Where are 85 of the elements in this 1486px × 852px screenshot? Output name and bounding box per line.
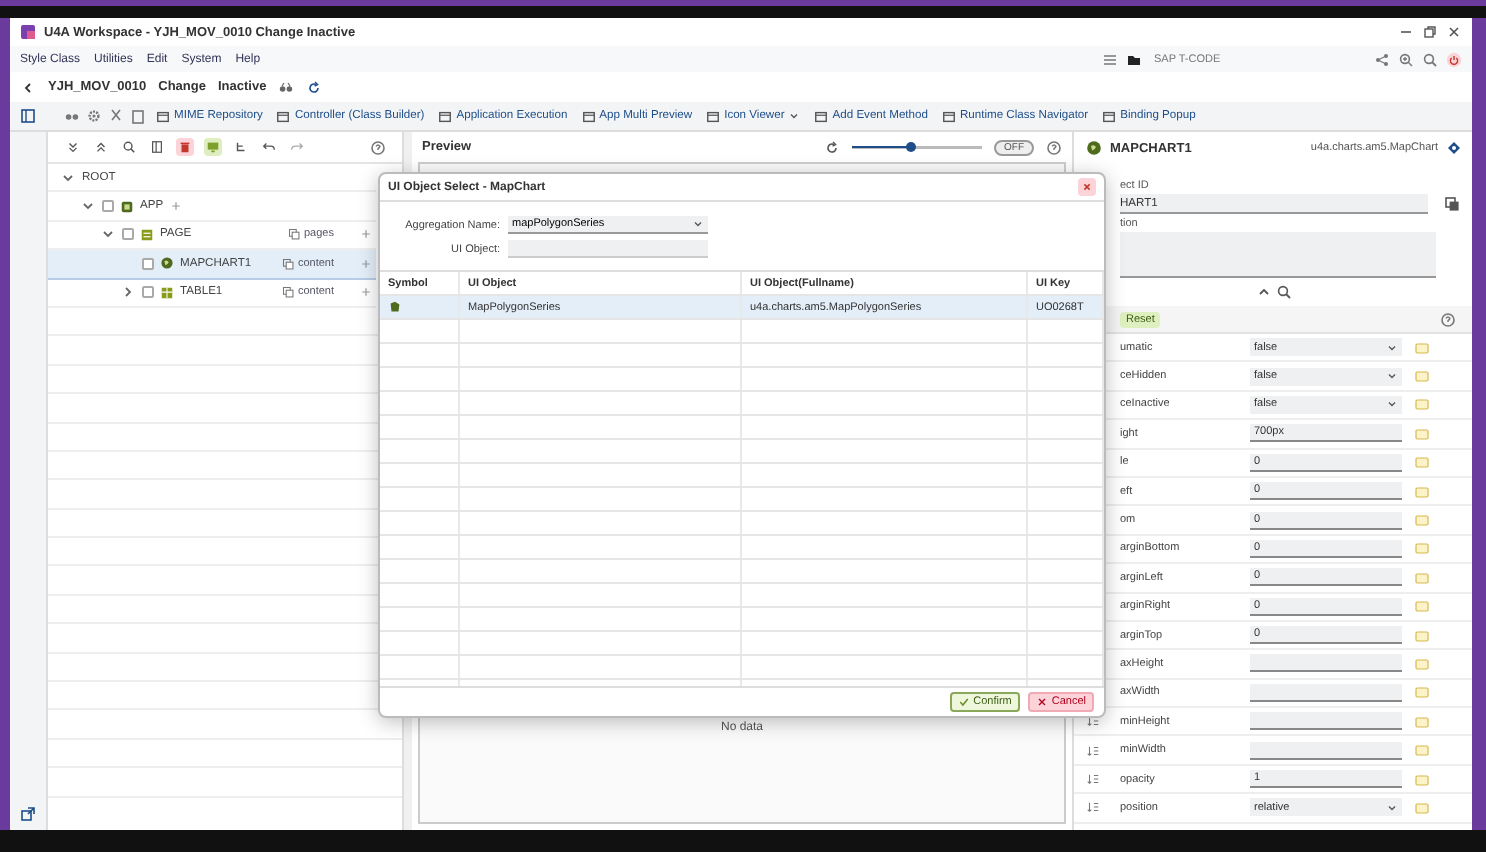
search-icon[interactable] xyxy=(1275,284,1291,300)
expand-toggle-icon[interactable] xyxy=(80,198,96,215)
search-icon[interactable] xyxy=(1422,51,1438,67)
add-icon[interactable] xyxy=(360,228,372,241)
check-icon xyxy=(957,696,970,708)
add-icon[interactable] xyxy=(169,200,182,213)
add-icon[interactable] xyxy=(360,286,372,299)
sort-icon xyxy=(1086,714,1100,729)
screen-icon[interactable] xyxy=(204,138,222,156)
window-icon xyxy=(156,109,170,123)
expand-toggle-icon[interactable] xyxy=(100,226,116,243)
description-field[interactable] xyxy=(1120,232,1436,278)
binoculars-icon[interactable] xyxy=(64,108,80,124)
slider-thumb[interactable] xyxy=(905,142,916,152)
polygon-icon xyxy=(388,300,402,314)
folder-icon[interactable] xyxy=(1126,51,1142,67)
close-icon xyxy=(1035,696,1048,708)
sort-icon xyxy=(1086,772,1100,787)
delete-icon[interactable] xyxy=(176,138,194,156)
collapse-all-icon[interactable] xyxy=(92,138,110,156)
globe-icon xyxy=(1086,140,1102,156)
help-icon[interactable] xyxy=(370,139,386,155)
window-icon xyxy=(438,109,453,123)
property-field[interactable] xyxy=(1250,654,1402,673)
sort-icon xyxy=(1086,743,1100,758)
caret-icon xyxy=(788,110,801,122)
caret-icon xyxy=(1386,341,1398,354)
popout-icon[interactable] xyxy=(20,806,36,822)
glasses-icon[interactable] xyxy=(278,79,295,95)
list-icon[interactable] xyxy=(1102,51,1118,67)
close-icon[interactable] xyxy=(1446,24,1462,40)
zoom-icon[interactable] xyxy=(1398,51,1414,67)
tree-icon[interactable] xyxy=(232,138,250,156)
property-field[interactable] xyxy=(1250,683,1402,702)
caret-icon xyxy=(1386,370,1398,383)
help-icon[interactable] xyxy=(1046,139,1062,155)
trash-icon xyxy=(178,140,192,154)
expand-all-icon[interactable] xyxy=(64,138,82,156)
share-icon[interactable] xyxy=(1374,51,1390,67)
window-icon xyxy=(1102,109,1117,123)
window-icon xyxy=(706,109,721,123)
copy-icon[interactable] xyxy=(1444,196,1460,212)
layout-icon[interactable] xyxy=(20,108,36,124)
expand-toggle-icon[interactable] xyxy=(120,284,136,301)
window-icon xyxy=(941,109,956,123)
close-icon xyxy=(1080,180,1094,194)
clipboard-icon[interactable] xyxy=(130,108,146,124)
expand-toggle-icon[interactable] xyxy=(60,169,76,186)
redo-icon[interactable] xyxy=(288,138,306,156)
caret-icon xyxy=(692,218,704,230)
caret-icon xyxy=(1386,398,1398,411)
copy-icon xyxy=(288,228,300,241)
gear-icon[interactable] xyxy=(86,108,102,124)
window-icon xyxy=(814,109,829,123)
collapse-icon[interactable] xyxy=(1255,284,1271,300)
checkbox[interactable] xyxy=(122,228,134,241)
copy-icon xyxy=(281,286,294,299)
property-field[interactable] xyxy=(1250,741,1402,760)
scissors-icon[interactable] xyxy=(108,108,124,124)
back-icon[interactable] xyxy=(20,79,36,95)
power-icon[interactable] xyxy=(1446,51,1462,67)
page-icon xyxy=(140,227,154,242)
checkbox[interactable] xyxy=(142,257,154,270)
table-icon xyxy=(160,285,174,300)
checkbox[interactable] xyxy=(142,286,154,299)
search-icon[interactable] xyxy=(120,138,138,156)
caret-icon xyxy=(1386,801,1398,814)
app-icon xyxy=(120,199,134,214)
property-field[interactable] xyxy=(1250,712,1402,731)
refresh-icon[interactable] xyxy=(824,139,840,155)
copy-icon xyxy=(281,257,294,270)
globe-icon xyxy=(160,256,174,271)
refresh-icon[interactable] xyxy=(306,79,323,95)
window-icon xyxy=(581,109,596,123)
sort-icon xyxy=(1086,800,1100,815)
help-icon[interactable] xyxy=(1440,311,1456,327)
window-icon xyxy=(276,109,291,123)
checkbox[interactable] xyxy=(102,200,114,213)
app-logo-icon xyxy=(20,24,36,40)
restore-icon[interactable] xyxy=(1422,24,1438,40)
undo-icon[interactable] xyxy=(260,138,278,156)
close-button[interactable] xyxy=(1078,178,1096,196)
ui-object-field[interactable] xyxy=(508,240,708,258)
target-icon[interactable] xyxy=(1446,140,1462,156)
panel-icon[interactable] xyxy=(148,138,166,156)
